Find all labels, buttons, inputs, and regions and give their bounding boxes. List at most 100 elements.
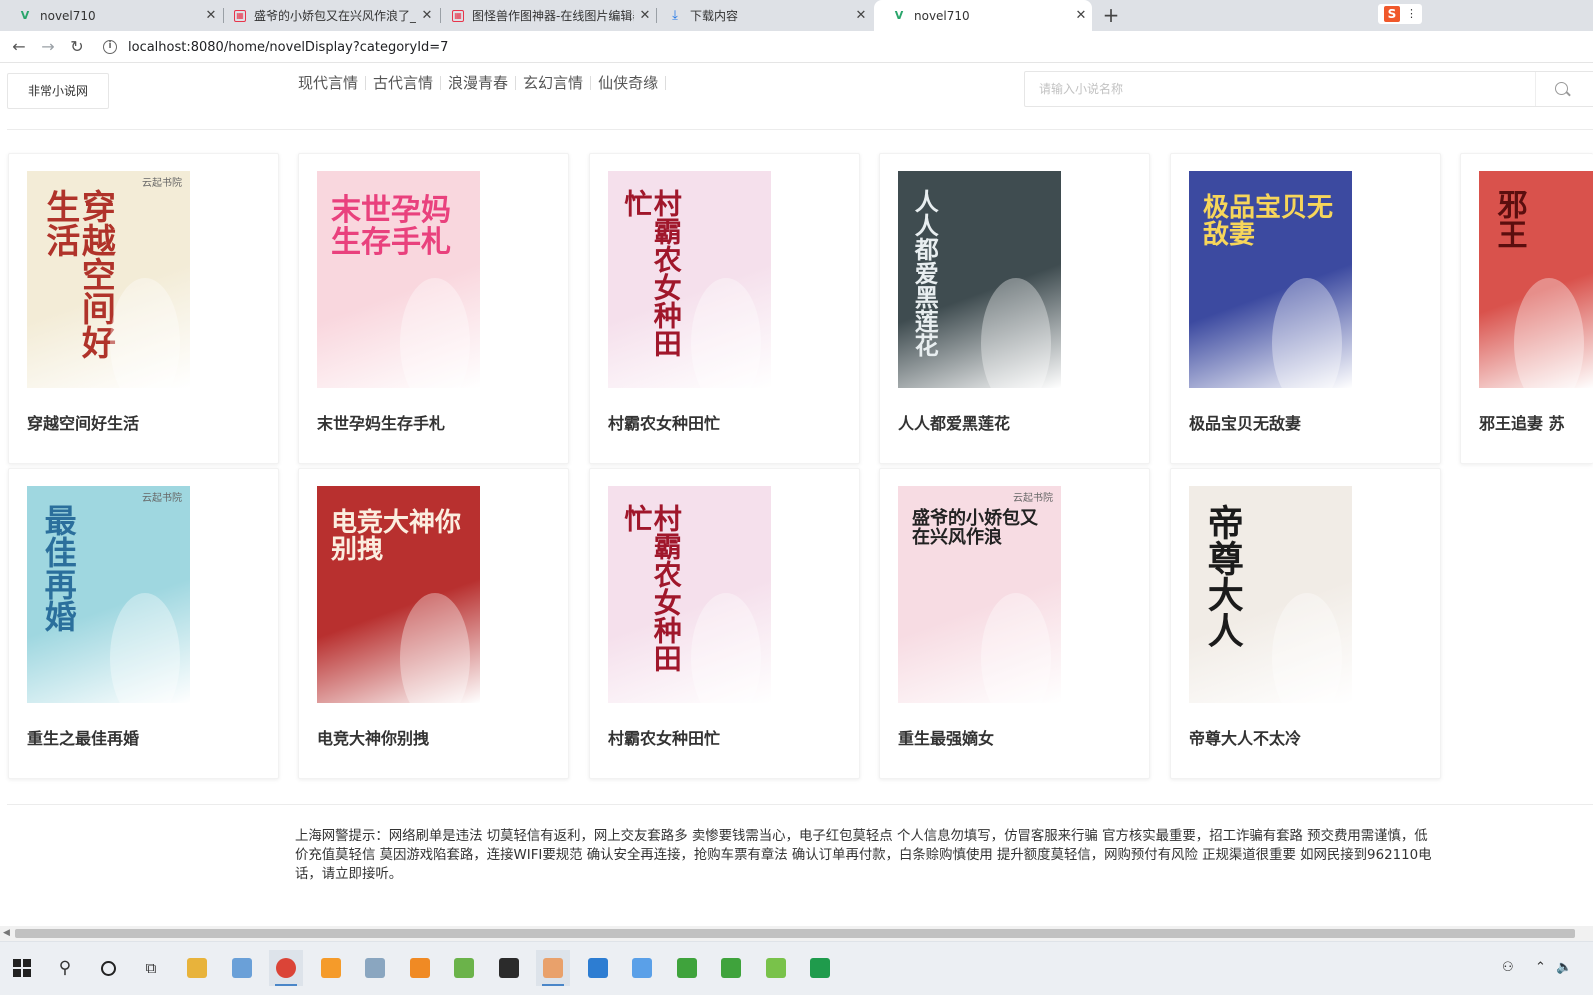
taskbar-app-app[interactable]: [759, 950, 793, 986]
category-link[interactable]: 玄幻言情: [516, 72, 590, 93]
scroll-left-icon[interactable]: ◀: [3, 928, 10, 938]
app-icon: [721, 958, 741, 978]
book-card[interactable]: 穿越空间好生活 云起书院 穿越空间好生活: [8, 153, 279, 464]
more-icon[interactable]: ⋮: [1406, 8, 1417, 19]
footer-divider: [7, 804, 1593, 805]
chevron-up-icon[interactable]: ⌃: [1535, 960, 1546, 975]
book-cover[interactable]: 村霸农女种田忙: [608, 486, 771, 703]
book-card[interactable]: 极品宝贝无敌妻 极品宝贝无敌妻: [1170, 153, 1441, 464]
book-card[interactable]: 帝尊大人 帝尊大人不太冷: [1170, 468, 1441, 779]
book-cover[interactable]: 邪王: [1479, 171, 1593, 388]
book-title[interactable]: 人人都爱黑莲花: [898, 410, 1010, 434]
book-title[interactable]: 电竞大神你别拽: [317, 725, 429, 749]
book-cover[interactable]: 人人都爱黑莲花: [898, 171, 1061, 388]
task-view-button[interactable]: ⧉: [134, 950, 168, 986]
scrollbar-thumb[interactable]: [15, 929, 1575, 938]
book-cover[interactable]: 村霸农女种田忙: [608, 171, 771, 388]
address-bar[interactable]: i localhost:8080/home/novelDisplay?categ…: [103, 37, 448, 57]
taskbar-app-app[interactable]: [358, 950, 392, 986]
cover-publisher: 云起书院: [142, 493, 182, 504]
book-cover[interactable]: 最佳再婚 云起书院: [27, 486, 190, 703]
book-title[interactable]: 极品宝贝无敌妻: [1189, 410, 1301, 434]
taskbar-app-app[interactable]: [670, 950, 704, 986]
cover-illustration: [110, 278, 180, 388]
taskbar-app-app[interactable]: [225, 950, 259, 986]
book-title[interactable]: 帝尊大人不太冷: [1189, 725, 1301, 749]
book-cover[interactable]: 帝尊大人: [1189, 486, 1352, 703]
taskbar-app-app[interactable]: [447, 950, 481, 986]
book-card[interactable]: 人人都爱黑莲花 人人都爱黑莲花: [879, 153, 1150, 464]
app-icon: [231, 958, 252, 978]
info-icon[interactable]: i: [103, 40, 117, 54]
book-card[interactable]: 村霸农女种田忙 村霸农女种田忙: [589, 153, 860, 464]
vue-icon: V: [894, 9, 904, 22]
new-tab-button[interactable]: +: [1100, 3, 1122, 27]
book-card[interactable]: 电竞大神你别拽 电竞大神你别拽: [298, 468, 569, 779]
close-icon[interactable]: ✕: [850, 8, 872, 23]
browser-tab[interactable]: ▦ 盛爷的小娇包又在兴风作浪了_新 ✕: [216, 0, 438, 31]
taskbar-app-app[interactable]: [314, 950, 348, 986]
start-button[interactable]: [5, 950, 39, 986]
taskbar-app-file-explorer[interactable]: [180, 950, 214, 986]
volume-icon[interactable]: 🔈: [1556, 960, 1572, 975]
cover-title: 电竞大神你别拽: [331, 508, 462, 566]
book-cover[interactable]: 极品宝贝无敌妻: [1189, 171, 1352, 388]
book-cover[interactable]: 穿越空间好生活 云起书院: [27, 171, 190, 388]
tab-title: 盛爷的小娇包又在兴风作浪了_新: [254, 9, 416, 23]
taskbar-app-hbuilder[interactable]: [803, 950, 837, 986]
taskbar-app-app[interactable]: [625, 950, 659, 986]
category-link[interactable]: 仙侠奇缘: [591, 72, 665, 93]
browser-tab-strip: V novel710 ✕ ▦ 盛爷的小娇包又在兴风作浪了_新 ✕ ▦ 图怪兽作图…: [0, 0, 1593, 31]
taskbar-app-search-app[interactable]: [403, 950, 437, 986]
site-logo[interactable]: 非常小说网: [7, 73, 109, 109]
taskbar-app-app[interactable]: [536, 950, 570, 986]
windows-icon: [13, 959, 31, 977]
os-taskbar: ⚲ ⧉ ⚇ ⌃ 🔈: [0, 941, 1593, 995]
horizontal-scrollbar[interactable]: ◀: [0, 926, 1593, 941]
taskbar-app-intellij[interactable]: [492, 950, 526, 986]
book-card[interactable]: 村霸农女种田忙 村霸农女种田忙: [589, 468, 860, 779]
book-title[interactable]: 重生最强嫡女: [898, 725, 994, 749]
taskbar-app-chrome[interactable]: [269, 950, 303, 986]
search-button[interactable]: ⚲: [48, 950, 82, 986]
book-title[interactable]: 村霸农女种田忙: [608, 725, 720, 749]
close-icon[interactable]: ✕: [1070, 8, 1092, 23]
url-text[interactable]: localhost:8080/home/novelDisplay?categor…: [128, 40, 448, 55]
cortana-button[interactable]: [91, 950, 125, 986]
browser-tab[interactable]: ▦ 图怪兽作图神器-在线图片编辑器 ✕: [434, 0, 656, 31]
people-icon[interactable]: ⚇: [1502, 960, 1514, 975]
browser-tab-active[interactable]: V novel710 ✕: [874, 0, 1092, 31]
book-cover[interactable]: 电竞大神你别拽: [317, 486, 480, 703]
browser-tab[interactable]: V novel710 ✕: [0, 0, 222, 31]
app-icon: [676, 958, 697, 978]
forward-arrow-icon[interactable]: →: [38, 37, 58, 57]
back-arrow-icon[interactable]: ←: [9, 37, 29, 57]
category-link[interactable]: 古代言情: [366, 72, 440, 93]
book-card[interactable]: 盛爷的小娇包又在兴风作浪 云起书院 重生最强嫡女: [879, 468, 1150, 779]
browser-toolbar: ← → ↻ i localhost:8080/home/novelDisplay…: [0, 31, 1593, 63]
browser-tab[interactable]: ⤓ 下载内容 ✕: [650, 0, 872, 31]
book-cover[interactable]: 末世孕妈生存手札: [317, 171, 480, 388]
cover-illustration: [691, 278, 761, 388]
app-icon: [365, 958, 385, 978]
taskbar-app-app[interactable]: [714, 950, 748, 986]
reload-icon[interactable]: ↻: [67, 37, 87, 57]
book-title[interactable]: 村霸农女种田忙: [608, 410, 720, 434]
taskbar-app-app[interactable]: [581, 950, 615, 986]
category-link[interactable]: 浪漫青春: [441, 72, 515, 93]
cover-publisher: 云起书院: [1013, 493, 1053, 504]
extension-button[interactable]: S ⋮: [1378, 4, 1422, 24]
book-card[interactable]: 最佳再婚 云起书院 重生之最佳再婚: [8, 468, 279, 779]
book-title[interactable]: 末世孕妈生存手札: [317, 410, 445, 434]
book-title[interactable]: 穿越空间好生活: [27, 410, 139, 434]
search-input[interactable]: [1025, 72, 1535, 106]
download-icon: ⤓: [672, 8, 678, 23]
book-cover[interactable]: 盛爷的小娇包又在兴风作浪 云起书院: [898, 486, 1061, 703]
search-icon[interactable]: [1555, 82, 1568, 95]
book-card[interactable]: 邪王 邪王追妻 苏: [1460, 153, 1593, 464]
book-title[interactable]: 邪王追妻 苏: [1479, 410, 1565, 434]
cover-title: 村霸农女种田忙: [620, 504, 683, 672]
category-link[interactable]: 现代言情: [298, 72, 365, 93]
book-title[interactable]: 重生之最佳再婚: [27, 725, 139, 749]
book-card[interactable]: 末世孕妈生存手札 末世孕妈生存手札: [298, 153, 569, 464]
